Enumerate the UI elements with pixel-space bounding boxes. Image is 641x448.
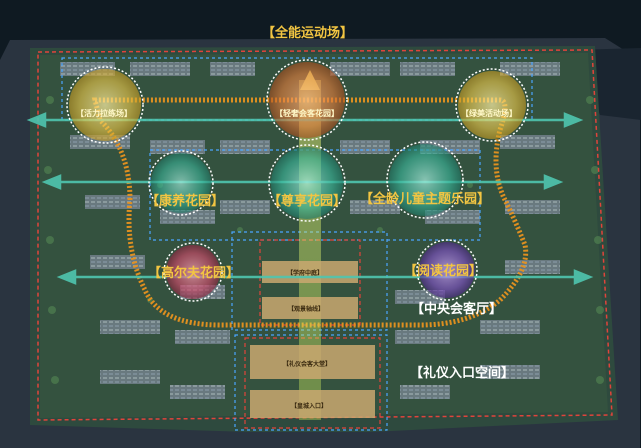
light-club-label: 【轻奢会客花园】 bbox=[275, 109, 339, 118]
respect-garden-label: 【尊享花园】 bbox=[268, 194, 347, 209]
site-plan-graphic bbox=[0, 0, 641, 448]
reading-garden-label: 【阅读花园】 bbox=[404, 264, 483, 279]
axis-label: 【观景轴线】 bbox=[288, 306, 325, 313]
kids-park-label: 【全龄儿童主题乐园】 bbox=[360, 192, 491, 207]
central-lounge-label: 【中央会客厅】 bbox=[411, 302, 503, 317]
ceremony-space-label: 【礼仪入口空间】 bbox=[410, 366, 515, 381]
sports-field-label: 【全能运动场】 bbox=[262, 26, 354, 41]
health-garden-label: 【康养花园】 bbox=[146, 194, 225, 209]
reception-hall-label: 【礼仪会客大堂】 bbox=[283, 361, 332, 368]
masterplan-map: { "labels": { "sports_field": "【全能运动场】",… bbox=[0, 0, 641, 448]
vitality-fitness-label: 【活力拉练场】 bbox=[76, 109, 132, 118]
entrance-label: 【皇城入口】 bbox=[291, 403, 328, 410]
landscape-activity-label: 【绿美活动场】 bbox=[461, 109, 517, 118]
golf-garden-label: 【高尔夫花园】 bbox=[148, 266, 240, 281]
courtyard-center-label: 【学府中庭】 bbox=[287, 270, 324, 277]
